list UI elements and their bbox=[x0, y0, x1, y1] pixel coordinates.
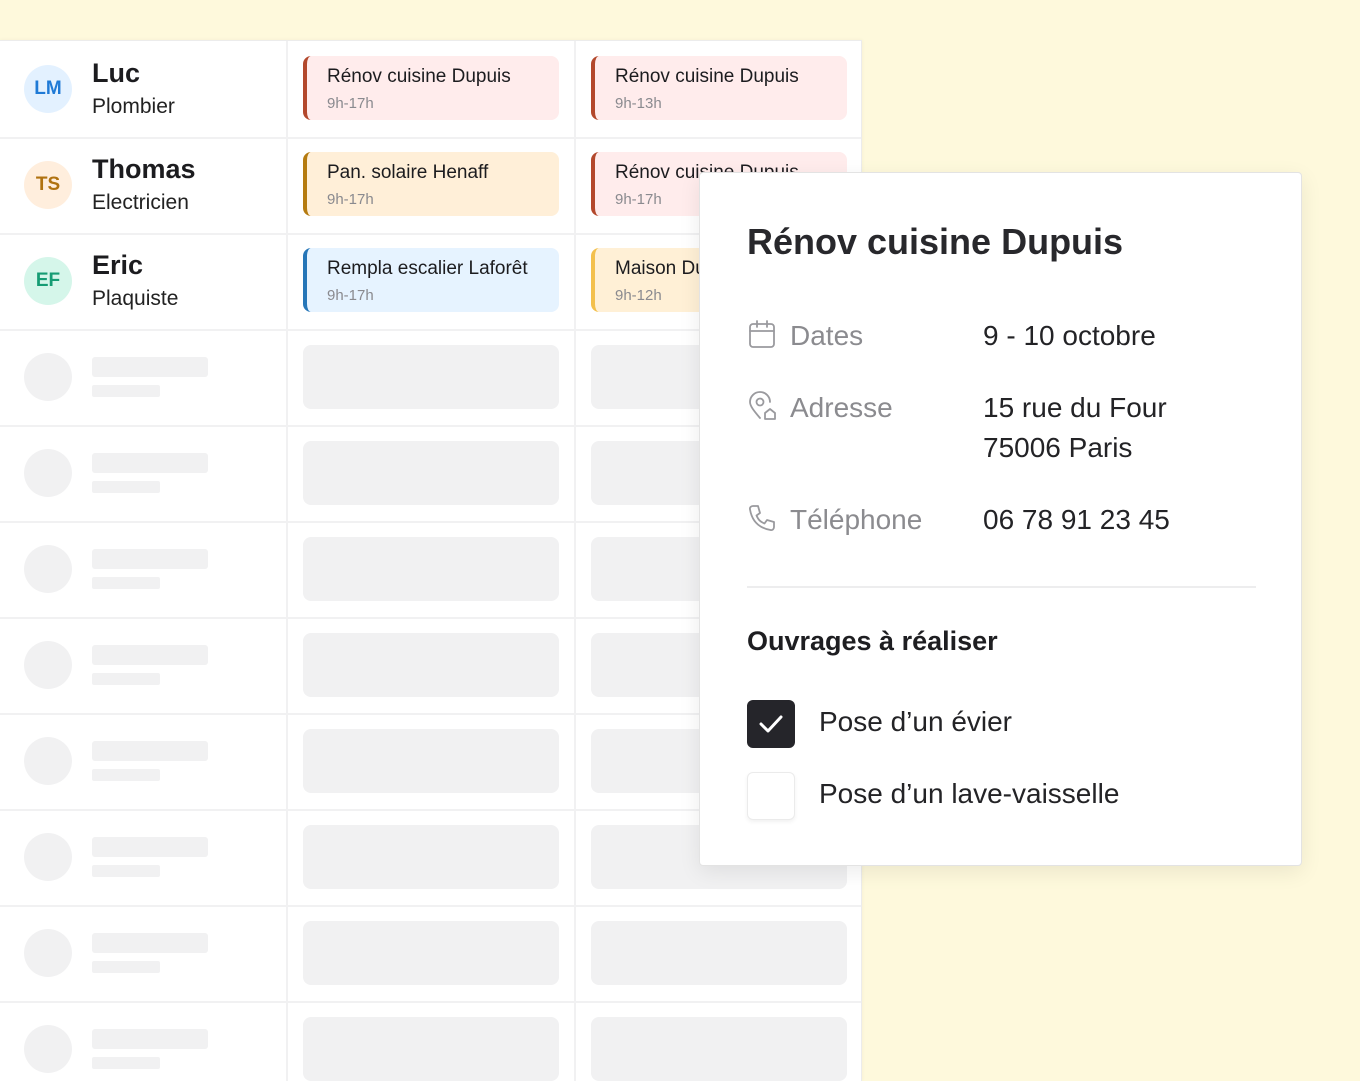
staff-name: Eric bbox=[92, 250, 144, 280]
staff-role: Electricien bbox=[92, 191, 189, 214]
calendar-icon bbox=[749, 320, 775, 348]
skeleton-avatar bbox=[24, 449, 72, 497]
section-title: Ouvrages à réaliser bbox=[747, 626, 998, 656]
skeleton-avatar bbox=[24, 545, 72, 593]
job-card-title: Rénov cuisine Dupuis bbox=[615, 66, 799, 87]
check-icon bbox=[759, 715, 783, 733]
staff-role: Plombier bbox=[92, 95, 175, 118]
location-home-icon bbox=[749, 391, 776, 420]
skeleton-line bbox=[92, 645, 208, 665]
divider bbox=[747, 586, 1256, 588]
address-line1: 15 rue du Four bbox=[983, 392, 1167, 423]
job-details-popover: Rénov cuisine Dupuis Dates 9 - 10 octobr… bbox=[699, 172, 1302, 866]
skeleton-card bbox=[303, 729, 559, 793]
staff-name: Thomas bbox=[92, 154, 196, 184]
skeleton-line bbox=[92, 961, 160, 973]
skeleton-line bbox=[92, 453, 208, 473]
task-item[interactable]: Pose d’un lave-vaisselle bbox=[747, 772, 1267, 820]
job-card-hours: 9h-12h bbox=[615, 287, 662, 304]
job-card-hours: 9h-17h bbox=[615, 191, 662, 208]
address-label: Adresse bbox=[790, 392, 893, 423]
skeleton-avatar bbox=[24, 641, 72, 689]
skeleton-card bbox=[303, 345, 559, 409]
checkbox-unchecked[interactable] bbox=[747, 772, 795, 820]
skeleton-avatar bbox=[24, 737, 72, 785]
phone-label: Téléphone bbox=[790, 504, 923, 535]
staff-role: Plaquiste bbox=[92, 287, 179, 310]
skeleton-line bbox=[92, 549, 208, 569]
staff-member[interactable]: EF Eric Plaquiste bbox=[0, 233, 286, 329]
job-card[interactable]: Rénov cuisine Dupuis 9h-17h bbox=[303, 56, 559, 120]
avatar: EF bbox=[24, 257, 72, 305]
dates-value: 9 - 10 octobre bbox=[983, 320, 1156, 351]
job-card-hours: 9h-17h bbox=[327, 287, 374, 304]
job-card[interactable]: Pan. solaire Henaff 9h-17h bbox=[303, 152, 559, 216]
skeleton-card bbox=[303, 825, 559, 889]
task-label: Pose d’un évier bbox=[819, 706, 1013, 737]
skeleton-row bbox=[0, 905, 861, 1003]
task-item[interactable]: Pose d’un évier bbox=[747, 700, 1267, 748]
popover-title: Rénov cuisine Dupuis bbox=[747, 221, 1124, 262]
address-line2: 75006 Paris bbox=[983, 432, 1133, 463]
job-card-title: Rénov cuisine Dupuis bbox=[327, 66, 511, 87]
staff-name: Luc bbox=[92, 58, 141, 88]
skeleton-line bbox=[92, 385, 160, 397]
skeleton-card bbox=[303, 921, 559, 985]
skeleton-avatar bbox=[24, 353, 72, 401]
skeleton-card bbox=[303, 537, 559, 601]
job-card-hours: 9h-17h bbox=[327, 95, 374, 112]
job-card-title: Rempla escalier Laforêt bbox=[327, 258, 528, 279]
skeleton-line bbox=[92, 865, 160, 877]
skeleton-avatar bbox=[24, 1025, 72, 1073]
skeleton-line bbox=[92, 357, 208, 377]
job-card[interactable]: Rempla escalier Laforêt 9h-17h bbox=[303, 248, 559, 312]
staff-member[interactable]: LM Luc Plombier bbox=[0, 41, 286, 137]
job-card-title: Pan. solaire Henaff bbox=[327, 162, 489, 183]
skeleton-line bbox=[92, 1057, 160, 1069]
job-card[interactable]: Rénov cuisine Dupuis 9h-13h bbox=[591, 56, 847, 120]
skeleton-line bbox=[92, 481, 160, 493]
skeleton-line bbox=[92, 741, 208, 761]
skeleton-avatar bbox=[24, 833, 72, 881]
dates-label: Dates bbox=[790, 320, 864, 351]
job-card-hours: 9h-17h bbox=[327, 191, 374, 208]
checkbox-checked[interactable] bbox=[747, 700, 795, 748]
avatar: LM bbox=[24, 65, 72, 113]
skeleton-line bbox=[92, 1029, 208, 1049]
skeleton-card bbox=[303, 441, 559, 505]
skeleton-card bbox=[591, 1017, 847, 1081]
phone-icon bbox=[749, 505, 775, 531]
skeleton-line bbox=[92, 769, 160, 781]
skeleton-line bbox=[92, 577, 160, 589]
skeleton-line bbox=[92, 933, 208, 953]
skeleton-line bbox=[92, 673, 160, 685]
skeleton-line bbox=[92, 837, 208, 857]
staff-member[interactable]: TS Thomas Electricien bbox=[0, 137, 286, 233]
skeleton-avatar bbox=[24, 929, 72, 977]
task-label: Pose d’un lave-vaisselle bbox=[819, 778, 1120, 809]
skeleton-card bbox=[303, 633, 559, 697]
avatar: TS bbox=[24, 161, 72, 209]
skeleton-row bbox=[0, 1001, 861, 1081]
phone-value[interactable]: 06 78 91 23 45 bbox=[983, 500, 1170, 540]
job-card-hours: 9h-13h bbox=[615, 95, 662, 112]
skeleton-card bbox=[303, 1017, 559, 1081]
staff-row: LM Luc Plombier Rénov cuisine Dupuis 9h-… bbox=[0, 41, 861, 139]
skeleton-card bbox=[591, 921, 847, 985]
